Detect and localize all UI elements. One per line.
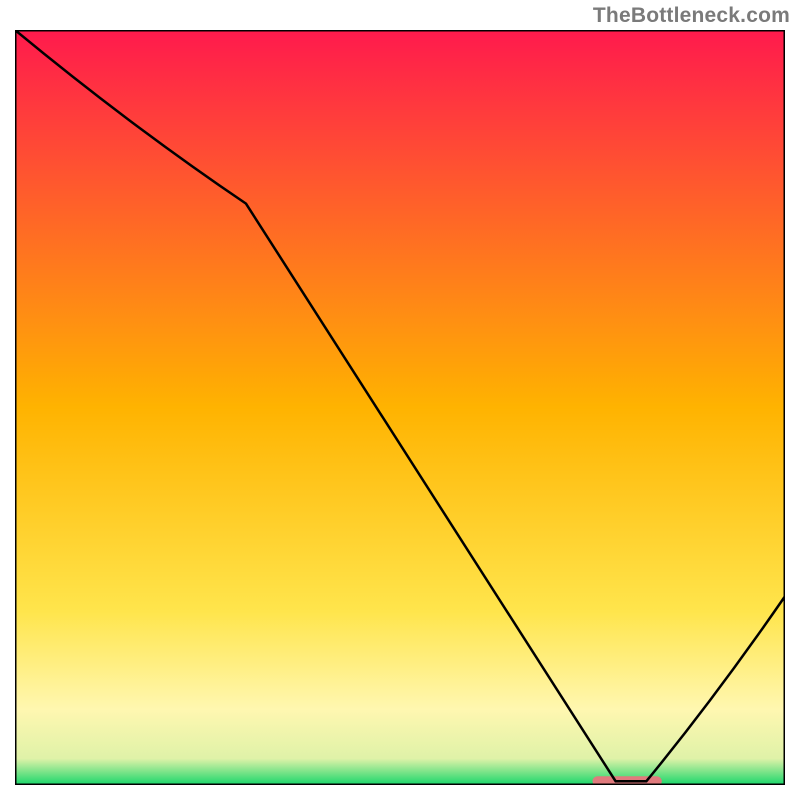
plot-frame	[15, 30, 785, 785]
chart-svg	[15, 30, 785, 785]
gradient-background	[15, 30, 785, 785]
chart-stage: TheBottleneck.com	[0, 0, 800, 800]
watermark-text: TheBottleneck.com	[593, 4, 790, 28]
